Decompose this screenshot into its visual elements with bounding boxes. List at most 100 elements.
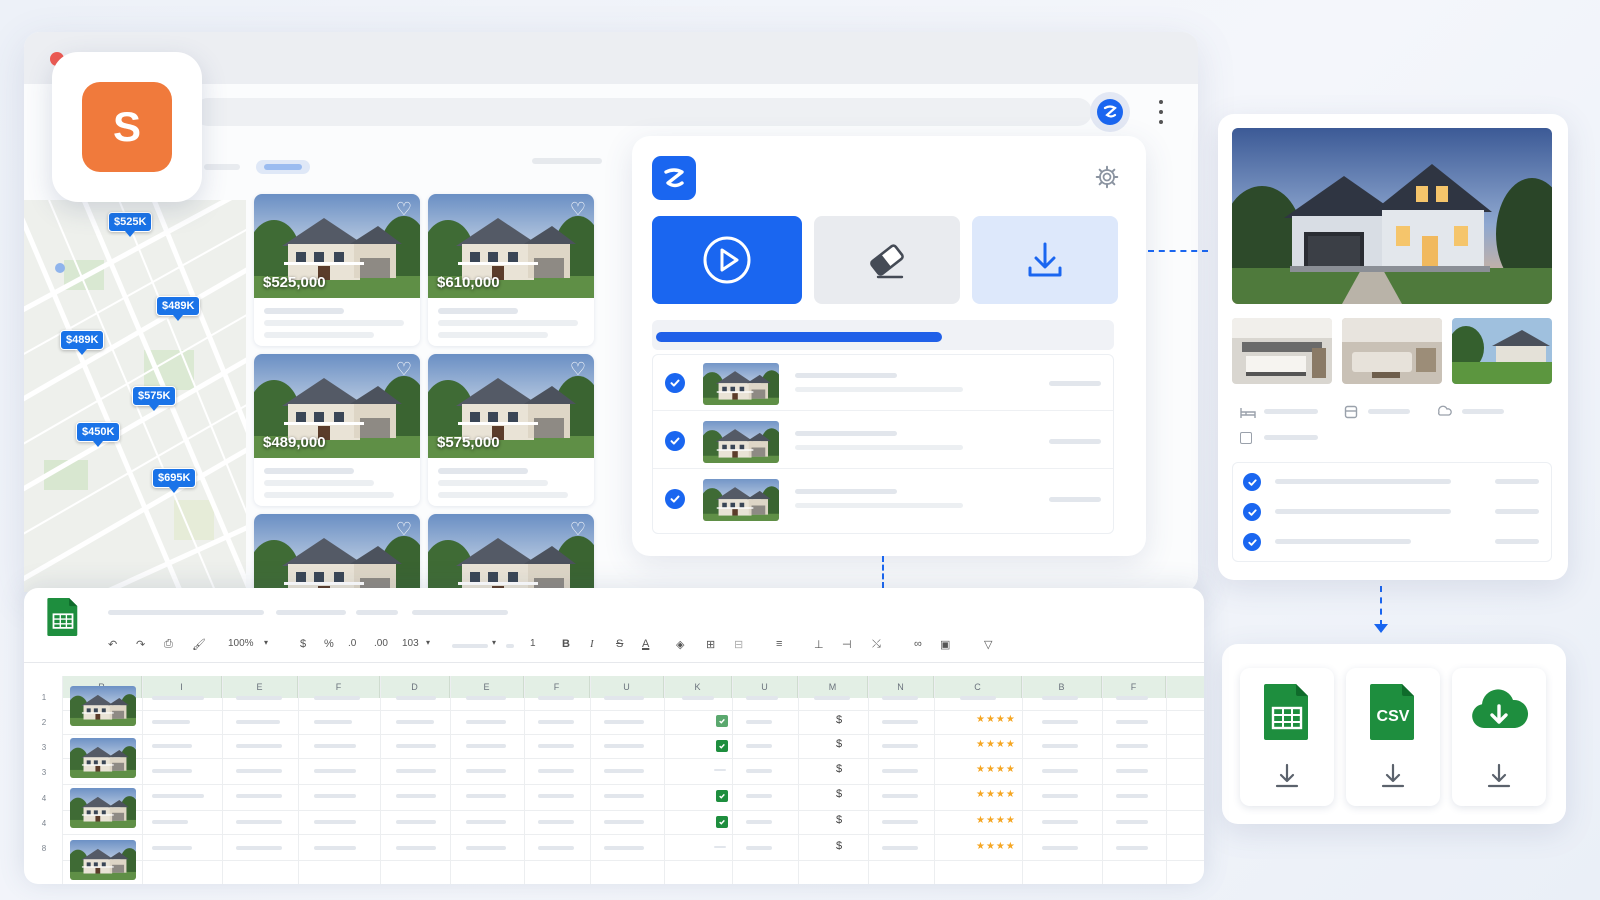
cell-image[interactable] <box>70 840 136 880</box>
price-cell: $ <box>836 788 843 800</box>
browser-menu-icon[interactable] <box>1156 100 1166 124</box>
row-number[interactable]: 3 <box>30 768 58 777</box>
heart-icon[interactable]: ♡ <box>570 200 586 218</box>
align-icon[interactable]: ≡ <box>776 638 782 650</box>
extension-button[interactable] <box>1090 92 1130 132</box>
column-header[interactable]: B <box>1022 676 1102 698</box>
price-pin[interactable]: $489K <box>60 330 105 355</box>
grid-line <box>590 676 591 884</box>
paint-format-icon[interactable]: 🖌 <box>192 638 206 651</box>
app-logo-icon: S <box>82 82 172 172</box>
undo-icon[interactable]: ↶ <box>108 638 117 651</box>
font-select[interactable] <box>452 644 488 648</box>
export-cloud-button[interactable] <box>1452 668 1546 806</box>
column-header[interactable]: M <box>798 676 868 698</box>
listing-card[interactable]: ♡ $575,000 <box>428 354 594 506</box>
heart-icon[interactable]: ♡ <box>396 200 412 218</box>
export-csv-button[interactable]: CSV <box>1346 668 1440 806</box>
property-thumb[interactable] <box>1232 318 1332 384</box>
listing-card[interactable]: ♡ $525,000 <box>254 194 420 346</box>
heart-icon[interactable]: ♡ <box>570 520 586 538</box>
increase-decimal-button[interactable]: .00 <box>374 638 388 649</box>
price-pin[interactable]: $489K <box>156 296 201 321</box>
borders-icon[interactable]: ⊞ <box>706 638 715 651</box>
link-icon[interactable]: ∞ <box>914 638 922 650</box>
comment-icon[interactable]: ▣ <box>940 638 950 651</box>
column-header[interactable]: D <box>380 676 450 698</box>
font-size-select[interactable]: 1 <box>530 638 536 649</box>
run-button[interactable] <box>652 216 802 304</box>
property-thumb[interactable] <box>1452 318 1552 384</box>
listing-card[interactable]: ♡ <box>254 514 420 592</box>
checkbox-checked[interactable] <box>716 816 728 828</box>
property-thumb[interactable] <box>1342 318 1442 384</box>
chevron-down-icon[interactable]: ▾ <box>492 638 496 647</box>
rotate-icon[interactable]: ⤯ <box>872 638 881 651</box>
heart-icon[interactable]: ♡ <box>396 360 412 378</box>
filter-icon[interactable]: ▽ <box>984 638 992 651</box>
listing-card[interactable]: ♡ $610,000 <box>428 194 594 346</box>
checkbox-checked[interactable] <box>716 715 728 727</box>
listing-card[interactable]: ♡ $489,000 <box>254 354 420 506</box>
print-icon[interactable]: ⎙ <box>164 638 173 651</box>
clear-button[interactable] <box>814 216 960 304</box>
cell-image[interactable] <box>70 686 136 726</box>
check-icon <box>1243 533 1261 551</box>
row-number[interactable]: 4 <box>30 819 58 828</box>
heart-icon[interactable]: ♡ <box>570 360 586 378</box>
checkbox-checked[interactable] <box>716 790 728 802</box>
column-header[interactable]: U <box>590 676 664 698</box>
column-header[interactable]: N <box>868 676 934 698</box>
column-header[interactable]: K <box>664 676 732 698</box>
column-header[interactable]: E <box>450 676 524 698</box>
column-header[interactable]: E <box>222 676 298 698</box>
price-pin[interactable]: $575K <box>132 386 177 411</box>
list-item[interactable] <box>653 413 1113 469</box>
number-format-select[interactable]: 103 <box>402 638 419 649</box>
column-header[interactable]: I <box>142 676 222 698</box>
address-bar[interactable] <box>194 98 1092 126</box>
merge-icon[interactable]: ⊟ <box>734 638 743 651</box>
list-item[interactable] <box>653 471 1113 527</box>
cell-image[interactable] <box>70 788 136 828</box>
price-pin[interactable]: $525K <box>108 212 153 237</box>
app-tile[interactable]: S <box>52 52 202 202</box>
checkbox-icon[interactable] <box>1240 432 1252 444</box>
row-number[interactable]: 2 <box>30 718 58 727</box>
cell-image[interactable] <box>70 738 136 778</box>
row-number[interactable]: 3 <box>30 743 58 752</box>
price-pin[interactable]: $695K <box>152 468 197 493</box>
text-color-button[interactable]: A <box>642 638 649 650</box>
column-header[interactable]: F <box>1102 676 1166 698</box>
gear-icon[interactable] <box>1094 164 1120 190</box>
checkbox-checked[interactable] <box>716 740 728 752</box>
chevron-down-icon[interactable]: ▾ <box>264 638 268 647</box>
list-item[interactable] <box>653 355 1113 411</box>
column-header[interactable]: U <box>732 676 798 698</box>
listing-card[interactable]: ♡ <box>428 514 594 592</box>
row-number[interactable]: 4 <box>30 794 58 803</box>
column-header[interactable]: F <box>298 676 380 698</box>
download-icon <box>1028 242 1062 277</box>
export-sheets-button[interactable] <box>1240 668 1334 806</box>
redo-icon[interactable]: ↷ <box>136 638 145 651</box>
fill-color-icon[interactable]: ◈ <box>676 638 684 651</box>
italic-button[interactable]: I <box>590 638 594 650</box>
heart-icon[interactable]: ♡ <box>396 520 412 538</box>
decrease-decimal-button[interactable]: .0 <box>348 638 356 649</box>
download-button[interactable] <box>972 216 1118 304</box>
valign-icon[interactable]: ⊥ <box>814 638 824 651</box>
strikethrough-button[interactable]: S <box>616 638 623 650</box>
chevron-down-icon[interactable]: ▾ <box>426 638 430 647</box>
bold-button[interactable]: B <box>562 638 570 650</box>
wrap-icon[interactable]: ⊣ <box>842 638 852 651</box>
percent-button[interactable]: % <box>324 638 334 650</box>
column-header[interactable]: F <box>524 676 590 698</box>
row-number[interactable]: 8 <box>30 844 58 853</box>
zoom-select[interactable]: 100% <box>228 638 254 649</box>
currency-button[interactable]: $ <box>300 638 306 650</box>
price-pin[interactable]: $450K <box>76 422 121 447</box>
column-header[interactable]: C <box>934 676 1022 698</box>
listings-map[interactable]: $525K $489K $489K $575K $450K $695K <box>24 200 246 592</box>
row-number[interactable]: 1 <box>30 693 58 702</box>
